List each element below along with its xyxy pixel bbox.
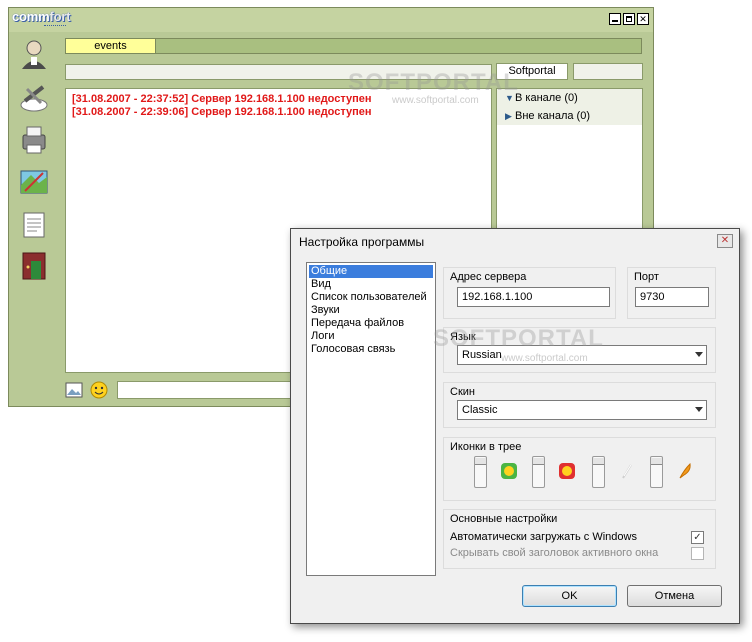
tray-slider[interactable] — [650, 456, 663, 488]
collapsed-triangle-icon: ▶ — [505, 111, 512, 121]
main-titlebar[interactable]: commfort ✕ — [9, 8, 653, 32]
category-logs[interactable]: Логи — [309, 330, 433, 343]
red-smile-icon — [559, 463, 575, 479]
hide-title-option[interactable]: Скрывать свой заголовок активного окна — [450, 547, 704, 561]
tray-slider-knob[interactable] — [651, 458, 662, 465]
tools-icon[interactable] — [17, 81, 51, 115]
tray-option[interactable] — [650, 456, 694, 488]
chevron-down-icon — [695, 407, 703, 412]
tray-label: Иконки в трее — [450, 441, 522, 453]
tray-slider-knob[interactable] — [475, 458, 486, 465]
tray-slider-knob[interactable] — [593, 458, 604, 465]
image-icon[interactable] — [65, 381, 83, 399]
settings-dialog: Настройка программы ✕ Общие Вид Список п… — [290, 228, 740, 624]
sidebar — [9, 32, 59, 406]
autostart-checkbox[interactable]: ✓ — [691, 531, 704, 544]
autostart-label: Автоматически загружать с Windows — [450, 531, 637, 543]
logo-underline — [44, 25, 66, 28]
basic-settings-label: Основные настройки — [450, 513, 558, 525]
category-sounds[interactable]: Звуки — [309, 304, 433, 317]
log-line: [31.08.2007 - 22:39:06] Сервер 192.168.1… — [72, 106, 372, 118]
tray-option[interactable] — [592, 456, 636, 488]
hide-title-checkbox[interactable] — [691, 547, 704, 560]
user-icon[interactable] — [17, 37, 51, 71]
skin-value: Classic — [462, 404, 498, 416]
maximize-button[interactable] — [623, 13, 635, 25]
tray-slider[interactable] — [532, 456, 545, 488]
server-address-input[interactable]: 192.168.1.100 — [457, 287, 610, 307]
category-voice[interactable]: Голосовая связь — [309, 343, 433, 356]
exit-door-icon[interactable] — [17, 249, 51, 283]
port-group: Порт 9730 — [627, 267, 716, 319]
map-icon[interactable] — [17, 165, 51, 199]
app-logo: commfort — [12, 9, 71, 24]
minimize-button[interactable] — [609, 13, 621, 25]
user-tab-empty[interactable] — [573, 63, 643, 80]
smiley-icon[interactable] — [90, 381, 108, 399]
autostart-option[interactable]: Автоматически загружать с Windows ✓ — [450, 531, 704, 545]
window-controls: ✕ — [609, 13, 649, 25]
category-user-list[interactable]: Список пользователей — [309, 291, 433, 304]
tray-option[interactable] — [532, 456, 576, 488]
notes-icon[interactable] — [17, 208, 51, 242]
category-list: Общие Вид Список пользователей Звуки Пер… — [306, 262, 436, 576]
category-general[interactable]: Общие — [309, 265, 433, 278]
tray-slider[interactable] — [592, 456, 605, 488]
dialog-close-button[interactable]: ✕ — [717, 234, 733, 248]
watermark: SOFTPORTAL — [348, 69, 519, 96]
basic-settings-group: Основные настройки Автоматически загружа… — [443, 509, 716, 569]
category-view[interactable]: Вид — [309, 278, 433, 291]
server-group: Адрес сервера 192.168.1.100 — [443, 267, 616, 319]
dialog-title: Настройка программы — [299, 235, 425, 249]
watermark-url: www.softportal.com — [392, 95, 479, 106]
tray-slider-knob[interactable] — [533, 458, 544, 465]
green-smile-icon — [501, 463, 517, 479]
tray-slider[interactable] — [474, 456, 487, 488]
chevron-down-icon — [695, 352, 703, 357]
tab-events[interactable]: events — [66, 39, 156, 53]
ok-button[interactable]: OK — [522, 585, 617, 607]
group-out-of-channel[interactable]: ▶ Вне канала (0) — [497, 107, 642, 125]
close-button[interactable]: ✕ — [637, 13, 649, 25]
tab-bar: events — [65, 38, 642, 54]
port-label: Порт — [634, 271, 659, 283]
tray-icons-group: Иконки в трее — [443, 437, 716, 501]
tray-option[interactable] — [474, 456, 518, 488]
skin-group: Скин Classic — [443, 382, 716, 428]
server-label: Адрес сервера — [450, 271, 527, 283]
category-file-transfer[interactable]: Передача файлов — [309, 317, 433, 330]
printer-icon[interactable] — [17, 123, 51, 157]
feather-white-icon — [622, 464, 632, 479]
watermark: SOFTPORTAL — [433, 325, 604, 352]
skin-select[interactable]: Classic — [457, 400, 707, 420]
skin-label: Скин — [450, 386, 475, 398]
hide-title-label: Скрывать свой заголовок активного окна — [450, 547, 659, 559]
feather-orange-icon — [679, 462, 691, 479]
port-input[interactable]: 9730 — [635, 287, 709, 307]
watermark-url: www.softportal.com — [501, 353, 588, 364]
cancel-button[interactable]: Отмена — [627, 585, 722, 607]
